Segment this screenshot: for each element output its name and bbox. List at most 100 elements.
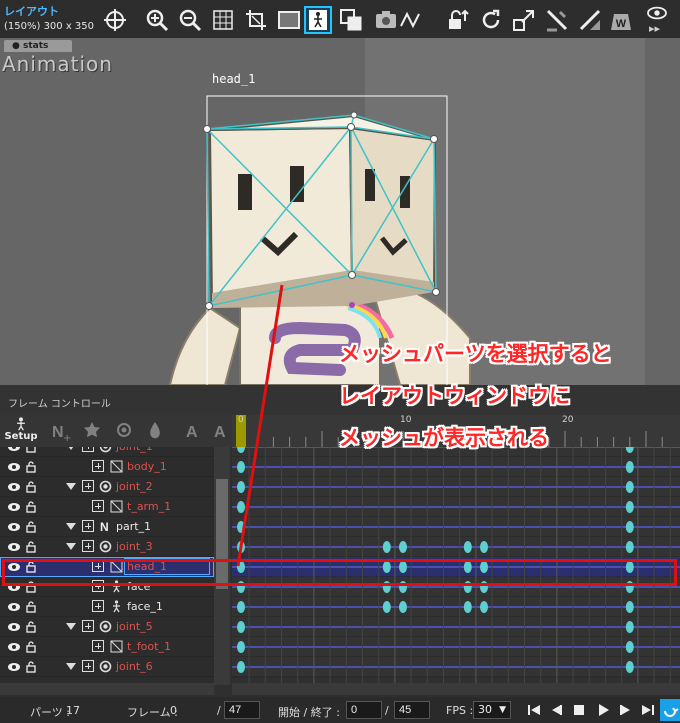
keyframe-marker[interactable] [382, 601, 391, 613]
keyframe-marker[interactable] [625, 641, 634, 653]
lock-up-icon[interactable] [446, 8, 470, 32]
parts-tree-row[interactable]: joint_2 [0, 477, 214, 497]
lock-icon[interactable] [26, 480, 36, 493]
expand-triangle-icon[interactable] [66, 623, 76, 630]
new-joint-part-icon[interactable] [114, 420, 136, 442]
visibility-eye-icon[interactable] [7, 601, 21, 613]
keyframe-marker[interactable] [237, 621, 245, 633]
keyframe-marker[interactable] [625, 521, 634, 533]
zoom-in-icon[interactable] [145, 8, 169, 32]
character-mesh-view[interactable] [0, 38, 680, 385]
curve-icon[interactable] [399, 8, 423, 32]
keyframe-marker[interactable] [399, 541, 407, 553]
keyframe-marker[interactable] [237, 461, 245, 473]
lock-icon[interactable] [26, 640, 36, 653]
new-effect-part-icon[interactable] [82, 420, 104, 442]
part-toggle-icon[interactable] [82, 540, 94, 552]
keyframe-marker[interactable] [237, 481, 245, 493]
play-icon[interactable] [596, 703, 610, 717]
parts-tree-row[interactable]: t_foot_1 [0, 637, 214, 657]
last-frame-icon[interactable] [641, 703, 655, 717]
visibility-eye-icon[interactable] [7, 447, 21, 453]
keyframe-marker[interactable] [625, 541, 634, 553]
loop-toggle-button[interactable] [660, 699, 680, 721]
weight-icon[interactable]: W [609, 8, 633, 32]
part-toggle-icon[interactable] [92, 600, 104, 612]
keyframe-marker[interactable] [480, 541, 488, 553]
parts-tree-row[interactable]: joint_3 [0, 537, 214, 557]
keyframe-marker[interactable] [625, 621, 634, 633]
visibility-eye-icon[interactable] [7, 481, 21, 493]
mesh-person-icon[interactable] [304, 6, 332, 34]
visibility-eye-icon[interactable] [7, 521, 21, 533]
part-toggle-icon[interactable] [92, 640, 104, 652]
toolbar-overflow[interactable]: ▸▸ [649, 22, 660, 35]
visibility-eye-icon[interactable] [7, 461, 21, 473]
part-toggle-icon[interactable] [92, 500, 104, 512]
part-toggle-icon[interactable] [82, 620, 94, 632]
scale-icon[interactable] [512, 8, 536, 32]
keyframe-marker[interactable] [237, 641, 245, 653]
grid-icon[interactable] [211, 8, 235, 32]
camera-icon[interactable] [374, 8, 398, 32]
new-normal-part-icon[interactable]: N + [50, 420, 72, 444]
parts-tree-row[interactable]: body_1 [0, 457, 214, 477]
visibility-eye-icon[interactable] [7, 621, 21, 633]
keyframe-marker[interactable] [625, 481, 634, 493]
layer-copy-icon[interactable] [339, 8, 363, 32]
zoom-out-icon[interactable] [178, 8, 202, 32]
lock-icon[interactable] [26, 500, 36, 513]
first-frame-icon[interactable] [527, 703, 541, 717]
lock-icon[interactable] [26, 460, 36, 473]
frame-rect-icon[interactable] [277, 8, 301, 32]
lock-icon[interactable] [26, 660, 36, 673]
stop-icon[interactable] [572, 703, 586, 717]
visibility-eye-icon[interactable] [7, 541, 21, 553]
keyframe-marker[interactable] [237, 661, 245, 673]
rotate-icon[interactable] [479, 8, 503, 32]
new-mask-part-icon[interactable] [145, 420, 167, 442]
keyframe-marker[interactable] [463, 601, 472, 613]
expand-triangle-icon[interactable] [66, 447, 76, 450]
part-toggle-icon[interactable] [92, 460, 104, 472]
parts-tree-row[interactable]: face_1 [0, 597, 214, 617]
parts-tree-row[interactable]: joint_5 [0, 617, 214, 637]
keyframe-marker[interactable] [480, 601, 488, 613]
layout-canvas[interactable]: ● stats Animation head_1 [0, 38, 680, 385]
expand-triangle-icon[interactable] [66, 543, 76, 550]
parts-tree-row[interactable]: Npart_1 [0, 517, 214, 537]
keyframe-marker[interactable] [237, 521, 245, 533]
visibility-eye-icon[interactable] [7, 661, 21, 673]
expand-triangle-icon[interactable] [66, 663, 76, 670]
frame-total-field[interactable] [224, 701, 260, 719]
part-toggle-icon[interactable] [82, 660, 94, 672]
part-toggle-icon[interactable] [82, 520, 94, 532]
next-frame-icon[interactable] [619, 703, 633, 717]
parts-tree-row[interactable]: joint_6 [0, 657, 214, 677]
keyframe-marker[interactable] [382, 541, 391, 553]
keyframe-marker[interactable] [625, 461, 634, 473]
parts-tree-hscrollbar[interactable] [0, 683, 214, 695]
lock-icon[interactable] [26, 620, 36, 633]
brush-icon[interactable] [578, 8, 602, 32]
crop-icon[interactable] [244, 8, 268, 32]
keyframe-marker[interactable] [237, 501, 245, 513]
move-center-icon[interactable] [103, 8, 127, 32]
keyframe-marker[interactable] [625, 661, 634, 673]
range-start-field[interactable] [346, 701, 382, 719]
expand-triangle-icon[interactable] [66, 483, 76, 490]
visibility-eye-icon[interactable] [7, 501, 21, 513]
eye-hide-icon[interactable] [646, 4, 668, 22]
keyframe-marker[interactable] [463, 541, 472, 553]
prev-frame-icon[interactable] [549, 703, 563, 717]
keyframe-marker[interactable] [237, 601, 245, 613]
lock-icon[interactable] [26, 447, 36, 453]
lock-icon[interactable] [26, 520, 36, 533]
keyframe-marker[interactable] [625, 501, 634, 513]
part-toggle-icon[interactable] [82, 447, 94, 452]
new-text-part-icon[interactable]: A [184, 420, 206, 442]
new-text-part-icon-2[interactable]: A [212, 420, 234, 442]
range-end-field[interactable] [394, 701, 430, 719]
lock-icon[interactable] [26, 600, 36, 613]
bone-icon[interactable] [545, 8, 569, 32]
